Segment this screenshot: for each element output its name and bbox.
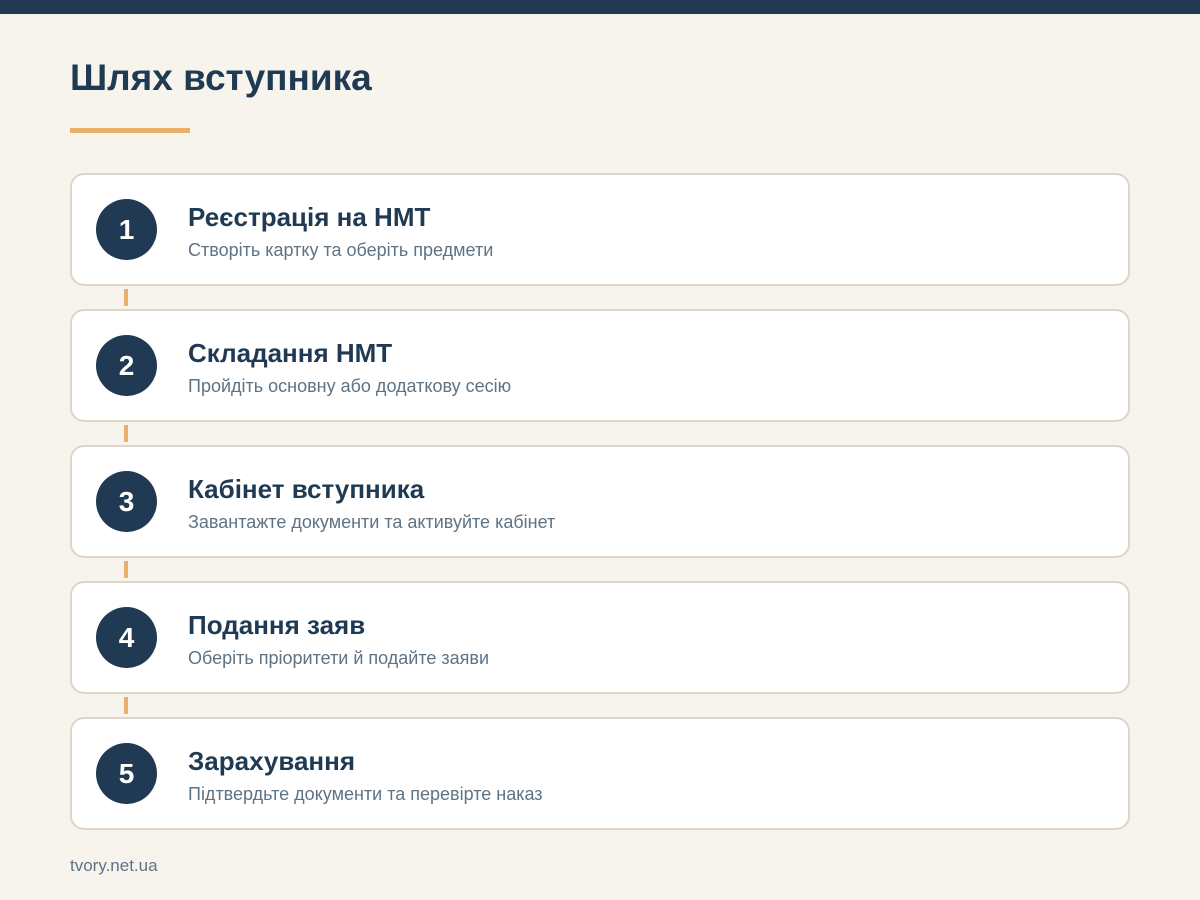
step-number-badge: 1 xyxy=(96,199,157,260)
step-number-badge: 3 xyxy=(96,471,157,532)
step-card-5: 5 Зарахування Підтвердьте документи та п… xyxy=(70,717,1130,830)
step-description: Завантажте документи та активуйте кабіне… xyxy=(188,512,556,532)
step-card-2: 2 Складання НМТ Пройдіть основну або дод… xyxy=(70,309,1130,422)
step-description: Підтвердьте документи та перевірте наказ xyxy=(188,784,543,804)
step-connector xyxy=(124,286,128,309)
step-card-4: 4 Подання заяв Оберіть пріоритети й пода… xyxy=(70,581,1130,694)
step-number-badge: 5 xyxy=(96,743,157,804)
step-connector xyxy=(124,694,128,717)
step-title: Зарахування xyxy=(188,746,356,776)
connector-line xyxy=(124,697,128,714)
connector-line xyxy=(124,425,128,442)
step-connector xyxy=(124,422,128,445)
step-title: Подання заяв xyxy=(188,610,366,640)
steps-flow: 1 Реєстрація на НМТ Створіть картку та о… xyxy=(70,173,1130,830)
step-title: Реєстрація на НМТ xyxy=(188,202,431,232)
step-number-badge: 4 xyxy=(96,607,157,668)
top-bar xyxy=(0,0,1200,14)
page-title: Шлях вступника xyxy=(70,57,372,98)
step-card-3: 3 Кабінет вступника Завантажте документи… xyxy=(70,445,1130,558)
connector-line xyxy=(124,561,128,578)
connector-line xyxy=(124,289,128,306)
title-underline xyxy=(70,128,190,133)
step-description: Створіть картку та оберіть предмети xyxy=(188,240,494,260)
step-card-1: 1 Реєстрація на НМТ Створіть картку та о… xyxy=(70,173,1130,286)
step-description: Оберіть пріоритети й подайте заяви xyxy=(188,648,490,668)
source-label: tvory.net.ua xyxy=(70,856,158,875)
step-description: Пройдіть основну або додаткову сесію xyxy=(188,376,512,396)
step-title: Кабінет вступника xyxy=(188,474,425,504)
step-connector xyxy=(124,558,128,581)
step-number-badge: 2 xyxy=(96,335,157,396)
step-title: Складання НМТ xyxy=(188,338,393,368)
